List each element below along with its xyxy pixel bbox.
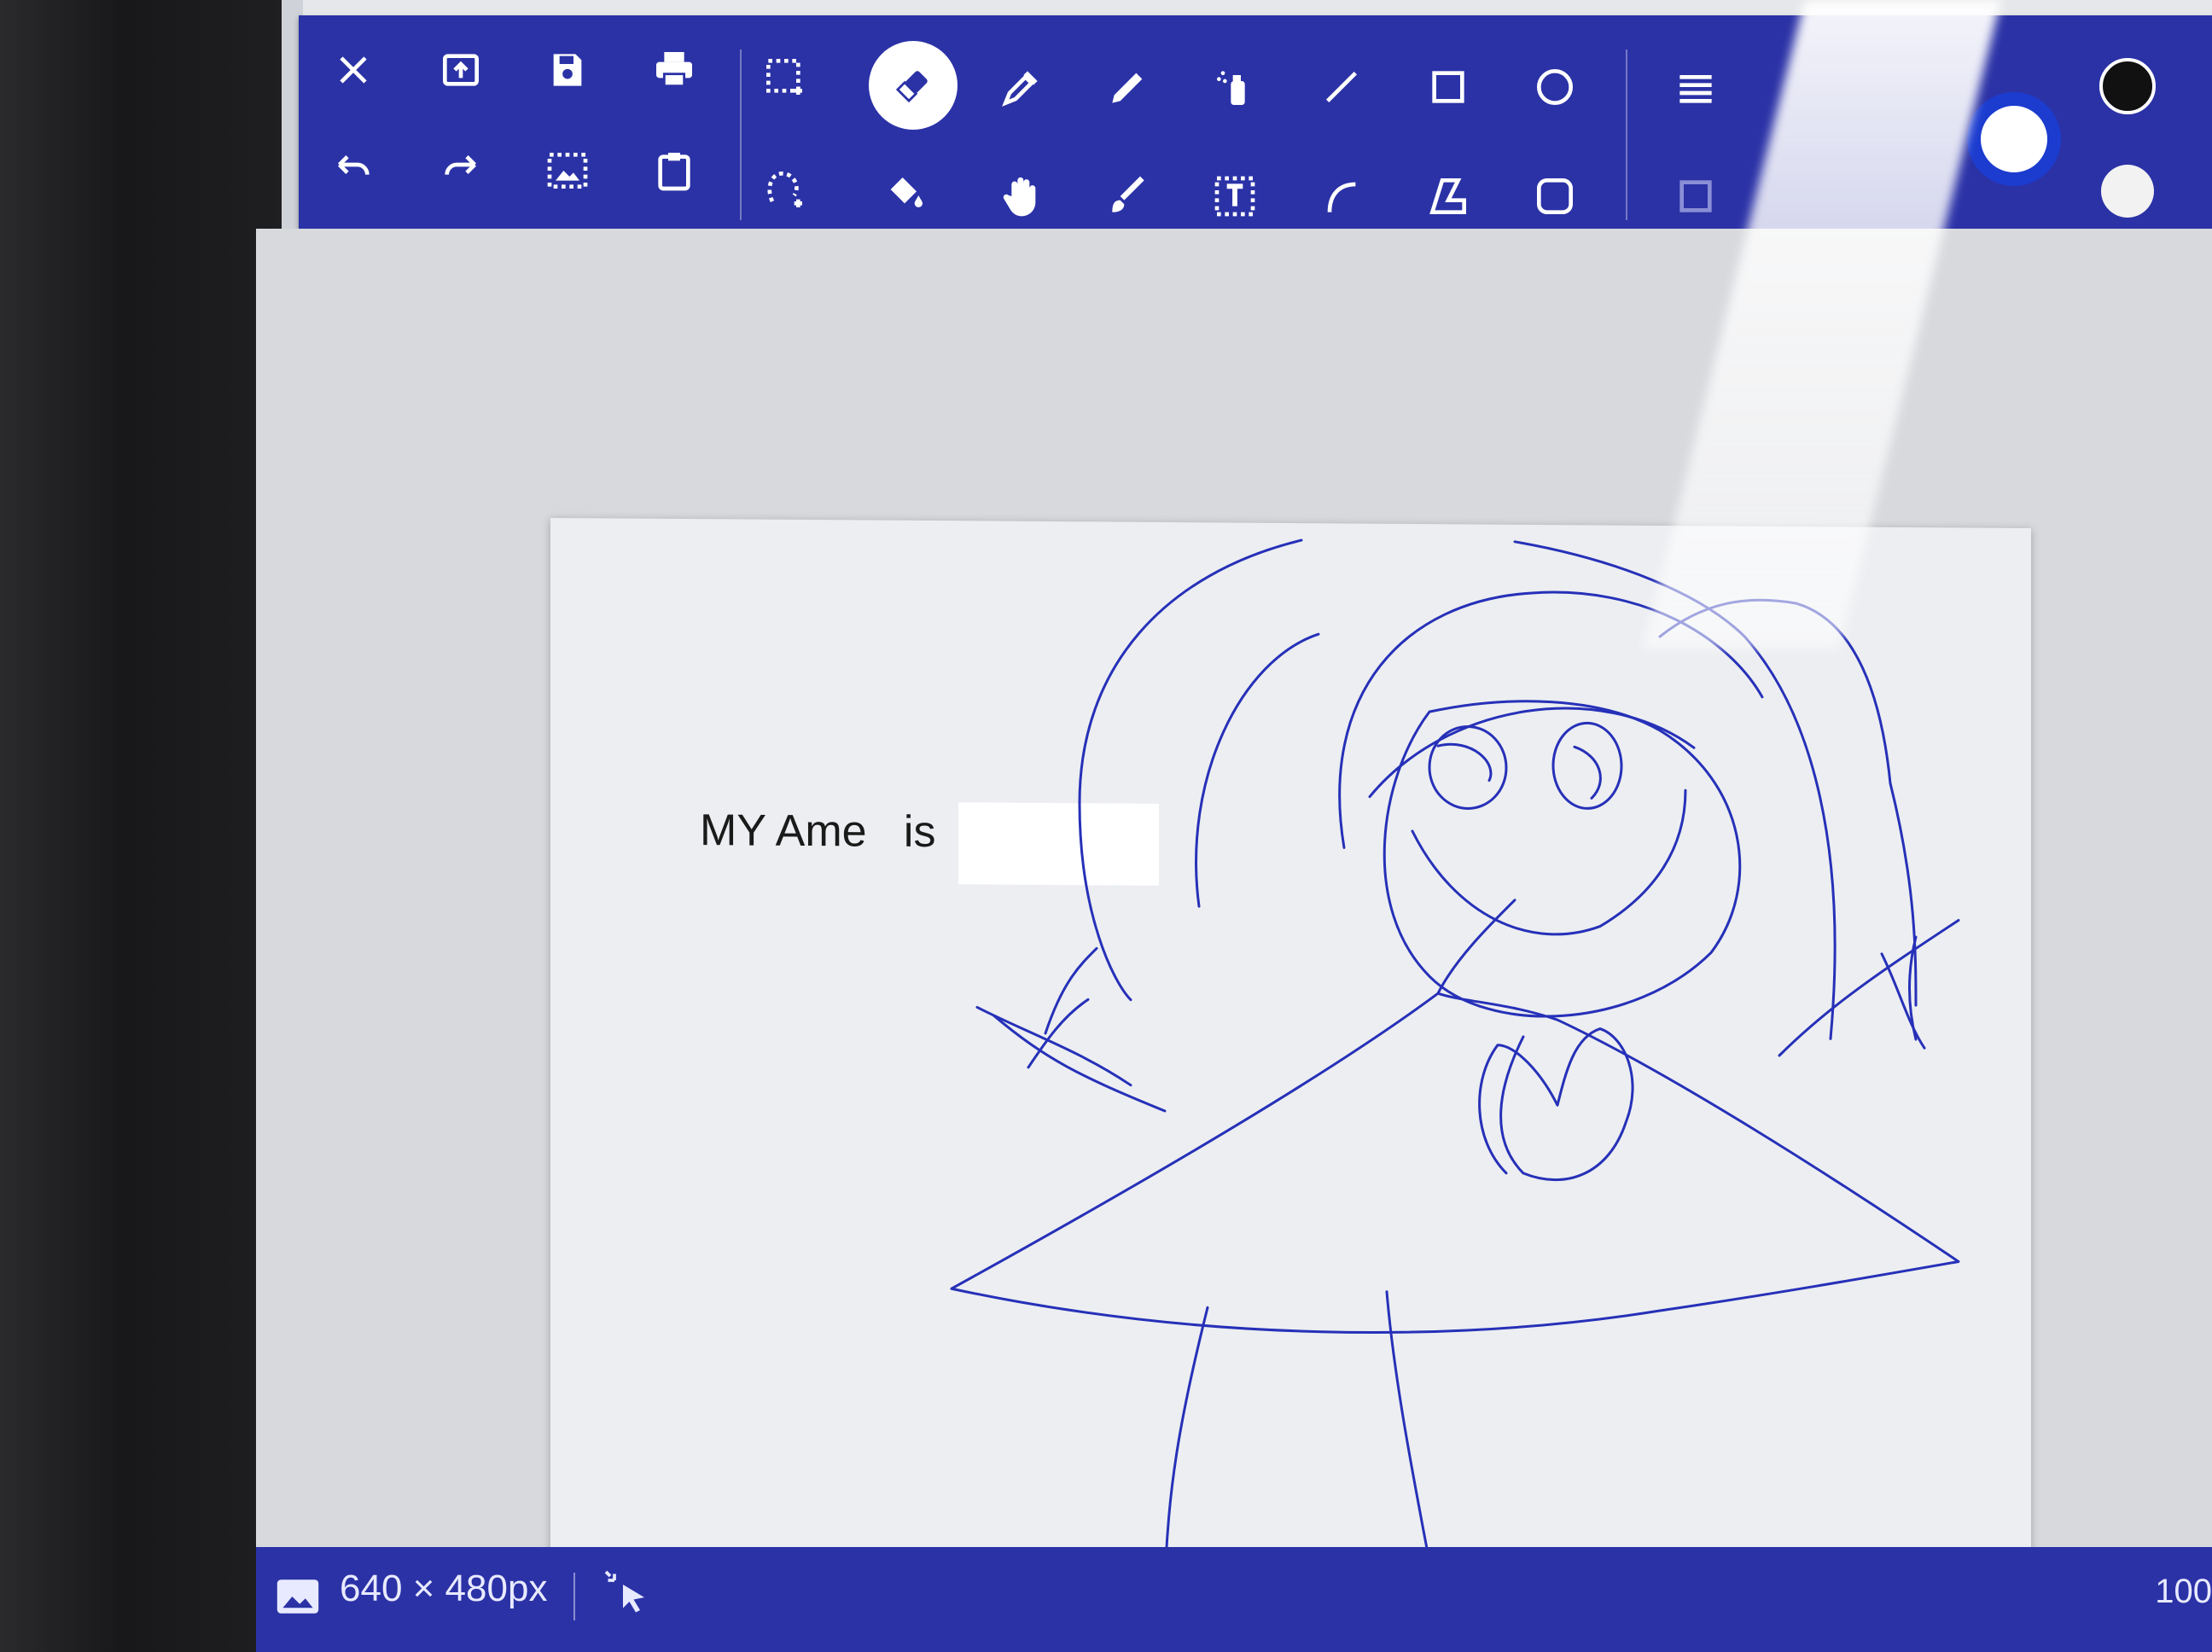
rectangle-icon[interactable] xyxy=(1412,51,1484,123)
undo-icon[interactable] xyxy=(317,135,389,206)
line-icon[interactable] xyxy=(1306,51,1377,123)
color-picker-icon[interactable] xyxy=(986,51,1057,123)
spray-icon[interactable] xyxy=(1199,51,1271,123)
zoom-level[interactable]: 100 xyxy=(2155,1573,2212,1611)
primary-color-swatch[interactable] xyxy=(2099,58,2156,114)
close-icon[interactable] xyxy=(317,34,389,106)
text-icon[interactable] xyxy=(1199,160,1271,232)
image-size-icon xyxy=(275,1578,321,1615)
save-icon[interactable] xyxy=(532,34,603,106)
image-size-label: 640 × 480px xyxy=(340,1568,548,1609)
redo-icon[interactable] xyxy=(425,135,497,206)
brush-size-indicator[interactable] xyxy=(1967,92,2061,186)
cursor-position-icon xyxy=(602,1568,653,1619)
toolbar-divider xyxy=(740,49,742,220)
drawing-canvas[interactable]: MY Ame is xyxy=(550,517,2031,1630)
eraser-icon[interactable] xyxy=(869,41,958,130)
image-select-icon[interactable] xyxy=(532,135,603,206)
paste-icon[interactable] xyxy=(638,135,710,206)
hand-icon[interactable] xyxy=(986,160,1057,232)
status-divider xyxy=(573,1573,575,1620)
print-icon[interactable] xyxy=(638,34,710,106)
toolbar-divider xyxy=(1626,49,1627,220)
workspace: MY Ame is xyxy=(256,229,2212,1630)
rounded-rect-icon[interactable] xyxy=(1519,160,1591,232)
ellipse-icon[interactable] xyxy=(1519,51,1591,123)
pencil-icon[interactable] xyxy=(1092,51,1164,123)
stick-figure-drawing xyxy=(950,538,1960,1609)
secondary-color-swatch[interactable] xyxy=(2101,165,2154,218)
fill-style-icon[interactable] xyxy=(1660,160,1732,232)
polygon-icon[interactable] xyxy=(1412,160,1484,232)
line-width-icon[interactable] xyxy=(1660,51,1732,123)
rect-select-icon[interactable] xyxy=(748,41,820,113)
curve-icon[interactable] xyxy=(1306,160,1377,232)
status-bar: 640 × 480px 100 xyxy=(256,1547,2212,1652)
fill-icon[interactable] xyxy=(869,154,940,225)
open-icon[interactable] xyxy=(425,34,497,106)
brush-icon[interactable] xyxy=(1092,160,1164,232)
lasso-select-icon[interactable] xyxy=(748,154,820,225)
